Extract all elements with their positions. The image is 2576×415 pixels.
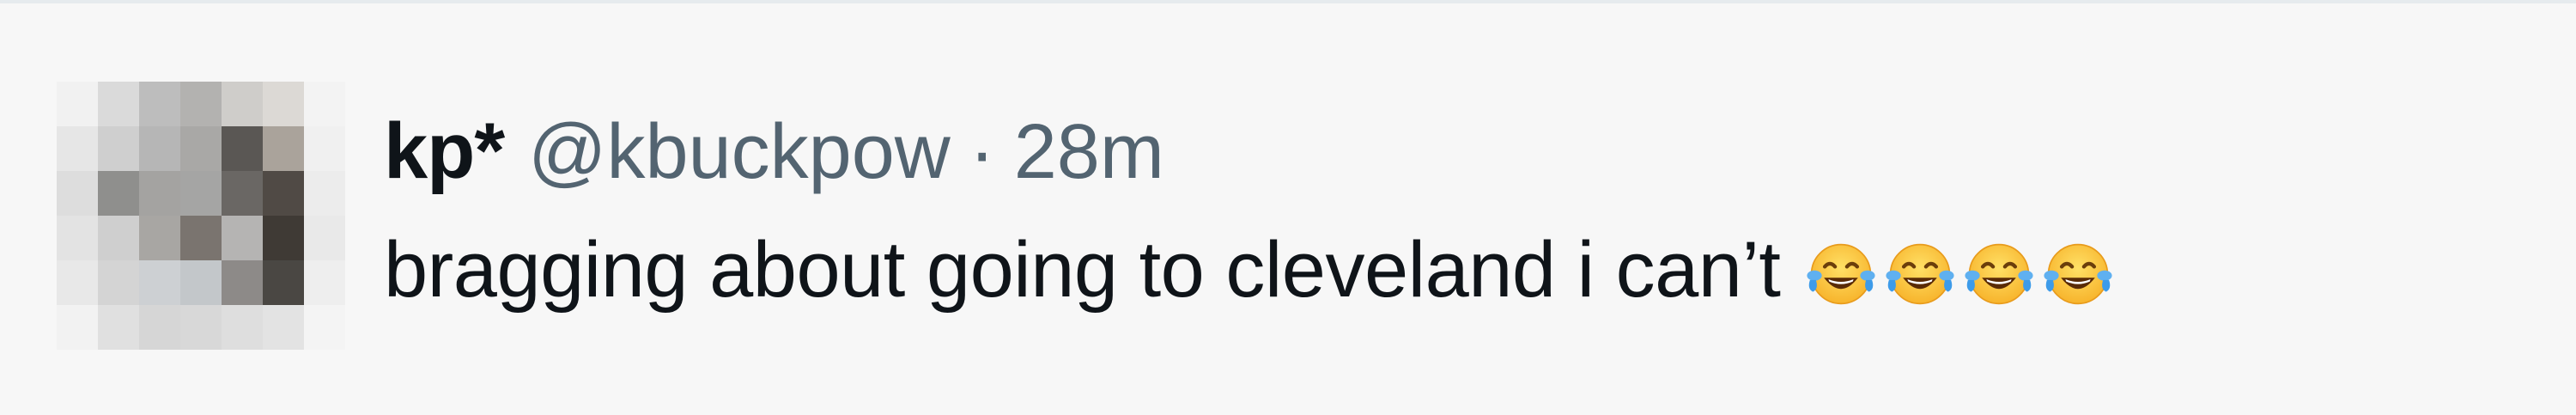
avatar-pixel xyxy=(180,260,222,305)
avatar-pixel xyxy=(222,82,263,126)
avatar-pixel xyxy=(57,216,98,260)
display-name[interactable]: kp* xyxy=(384,107,505,197)
face-with-tears-of-joy-icon xyxy=(1886,243,1955,304)
avatar-pixel xyxy=(263,82,304,126)
avatar-pixel xyxy=(57,260,98,305)
user-handle[interactable]: @kbuckpow xyxy=(528,108,951,197)
avatar-pixel xyxy=(263,171,304,216)
avatar-pixel xyxy=(304,216,345,260)
avatar-pixel xyxy=(98,216,139,260)
tweet-text: bragging about going to cleveland i can’… xyxy=(384,226,1781,314)
tweet-content: kp* @kbuckpow · 28m bragging about going… xyxy=(384,107,2524,315)
tweet[interactable]: kp* @kbuckpow · 28m bragging about going… xyxy=(0,3,2576,415)
avatar-pixel xyxy=(98,126,139,171)
avatar-pixel xyxy=(57,82,98,126)
avatar-pixel xyxy=(180,216,222,260)
avatar-pixel xyxy=(263,216,304,260)
avatar-pixel xyxy=(139,216,180,260)
avatar[interactable] xyxy=(57,82,345,350)
face-with-tears-of-joy-icon xyxy=(2044,243,2113,304)
avatar-pixel xyxy=(304,171,345,216)
avatar-pixel xyxy=(98,260,139,305)
avatar-pixel xyxy=(222,126,263,171)
avatar-pixel xyxy=(57,126,98,171)
avatar-pixel xyxy=(98,171,139,216)
timestamp[interactable]: 28m xyxy=(1014,108,1164,197)
avatar-pixel xyxy=(57,305,98,350)
separator-dot: · xyxy=(969,109,995,195)
avatar-pixel xyxy=(263,126,304,171)
avatar-pixel xyxy=(222,216,263,260)
avatar-pixel xyxy=(139,260,180,305)
avatar-pixel xyxy=(222,260,263,305)
face-with-tears-of-joy-icon xyxy=(1965,243,2034,304)
tweet-body: bragging about going to cleveland i can’… xyxy=(384,225,2524,315)
avatar-pixel xyxy=(222,305,263,350)
avatar-pixel xyxy=(222,171,263,216)
avatar-pixel xyxy=(139,82,180,126)
avatar-pixel xyxy=(139,305,180,350)
avatar-pixel xyxy=(180,305,222,350)
avatar-pixel xyxy=(304,126,345,171)
avatar-pixel xyxy=(139,126,180,171)
face-with-tears-of-joy-icon xyxy=(1807,243,1876,304)
avatar-pixel xyxy=(139,171,180,216)
avatar-pixel xyxy=(180,171,222,216)
avatar-pixel xyxy=(98,305,139,350)
emoji-group xyxy=(1804,237,2115,311)
avatar-pixel xyxy=(304,82,345,126)
avatar-pixel xyxy=(98,82,139,126)
avatar-pixel xyxy=(180,126,222,171)
avatar-pixel xyxy=(180,82,222,126)
avatar-pixel xyxy=(57,171,98,216)
tweet-header: kp* @kbuckpow · 28m xyxy=(384,107,2524,201)
avatar-pixel xyxy=(304,305,345,350)
avatar-pixel xyxy=(263,305,304,350)
avatar-pixel xyxy=(304,260,345,305)
avatar-pixel xyxy=(263,260,304,305)
